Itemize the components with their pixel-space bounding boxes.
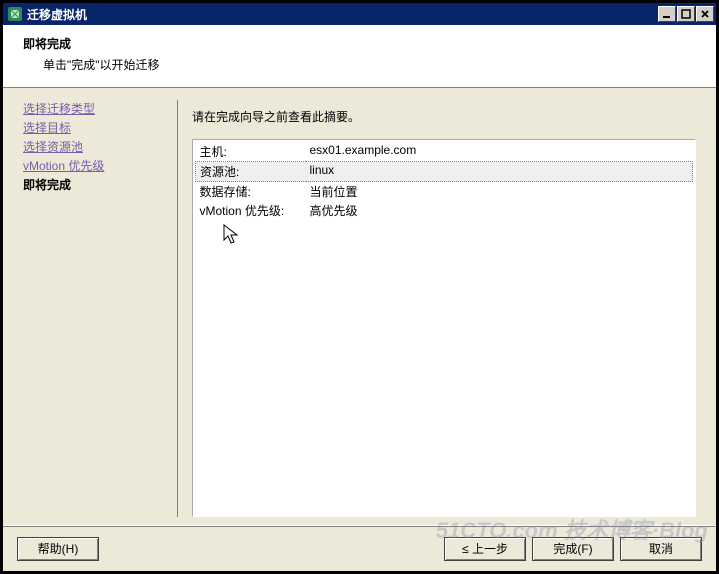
summary-value: esx01.example.com: [306, 142, 693, 162]
summary-label: 数据存储:: [196, 182, 306, 202]
maximize-button[interactable]: [677, 6, 695, 22]
back-button[interactable]: ≤ 上一步: [444, 537, 526, 561]
summary-label: 资源池:: [196, 162, 306, 182]
wizard-steps-sidebar: 选择迁移类型 选择目标 选择资源池 vMotion 优先级 即将完成: [3, 100, 178, 517]
close-button[interactable]: [696, 6, 714, 22]
summary-table: 主机: esx01.example.com 资源池: linux 数据存储: 当…: [195, 142, 693, 220]
window-controls: [658, 6, 714, 22]
summary-value: linux: [306, 162, 693, 182]
banner-subtitle: 单击"完成"以开始迁移: [43, 56, 696, 73]
window-frame: 迁移虚拟机 即将完成 单击"完成"以开始迁移 选择迁移类型 选择目标 选择资源池…: [0, 0, 719, 574]
wizard-button-bar: 帮助(H) ≤ 上一步 完成(F) 取消 51CTO.com 技术博客·Blog: [3, 525, 716, 571]
summary-value: 当前位置: [306, 182, 693, 202]
step-link-select-target[interactable]: 选择目标: [23, 119, 169, 136]
step-current: 即将完成: [23, 176, 169, 193]
content-prompt: 请在完成向导之前查看此摘要。: [192, 108, 696, 125]
titlebar: 迁移虚拟机: [3, 3, 716, 25]
summary-box: 主机: esx01.example.com 资源池: linux 数据存储: 当…: [192, 139, 696, 517]
summary-row-host: 主机: esx01.example.com: [196, 142, 693, 162]
help-button[interactable]: 帮助(H): [17, 537, 99, 561]
summary-label: vMotion 优先级:: [196, 201, 306, 220]
app-icon: [7, 6, 23, 22]
finish-button[interactable]: 完成(F): [532, 537, 614, 561]
banner-title: 即将完成: [23, 35, 696, 52]
cancel-button[interactable]: 取消: [620, 537, 702, 561]
wizard-body: 选择迁移类型 选择目标 选择资源池 vMotion 优先级 即将完成 请在完成向…: [3, 88, 716, 525]
summary-value: 高优先级: [306, 201, 693, 220]
wizard-content: 请在完成向导之前查看此摘要。 主机: esx01.example.com 资源池…: [178, 100, 706, 517]
step-link-resource-pool[interactable]: 选择资源池: [23, 138, 169, 155]
mouse-cursor-icon: [223, 224, 241, 246]
summary-row-resource-pool: 资源池: linux: [196, 162, 693, 182]
step-link-migration-type[interactable]: 选择迁移类型: [23, 100, 169, 117]
summary-label: 主机:: [196, 142, 306, 162]
summary-row-vmotion-priority: vMotion 优先级: 高优先级: [196, 201, 693, 220]
summary-row-datastore: 数据存储: 当前位置: [196, 182, 693, 202]
window-title: 迁移虚拟机: [27, 6, 658, 23]
minimize-button[interactable]: [658, 6, 676, 22]
step-link-vmotion-priority[interactable]: vMotion 优先级: [23, 157, 169, 174]
wizard-banner: 即将完成 单击"完成"以开始迁移: [3, 25, 716, 88]
